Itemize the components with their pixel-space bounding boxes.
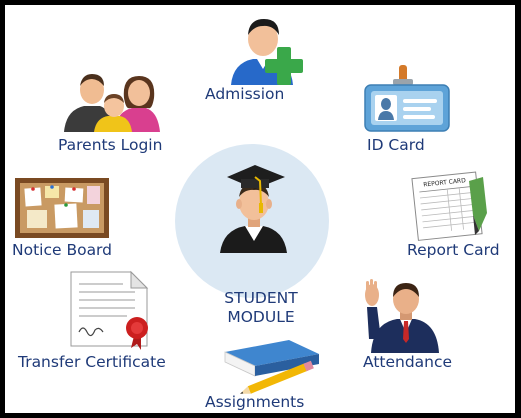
report-card-icon: REPORT CARD [411,171,487,241]
parents-login-label: Parents Login [58,136,163,154]
parents-icon [64,74,160,132]
certificate-icon [70,270,149,350]
assignments-label: Assignments [205,393,305,411]
notice-board-label: Notice Board [12,241,113,259]
id-card-label: ID Card [367,136,425,154]
center-title: STUDENT MODULE [215,289,307,328]
admission-label: Admission [205,85,285,103]
center-title-line1: STUDENT [224,289,298,307]
assignments-icon [224,340,319,394]
attendance-label: Attendance [363,353,453,371]
attendance-icon [365,279,439,353]
notice-board-icon [15,178,109,238]
diagram-frame: STUDENT MODULE Admission Parents Login I… [0,0,521,418]
admission-icon [231,19,303,85]
transfer-certificate-label: Transfer Certificate [18,353,166,371]
report-card-label: Report Card [407,241,500,259]
diagram-canvas: STUDENT MODULE Admission Parents Login I… [5,5,515,413]
center-title-line2: MODULE [227,308,295,327]
id-card-icon [364,65,450,132]
